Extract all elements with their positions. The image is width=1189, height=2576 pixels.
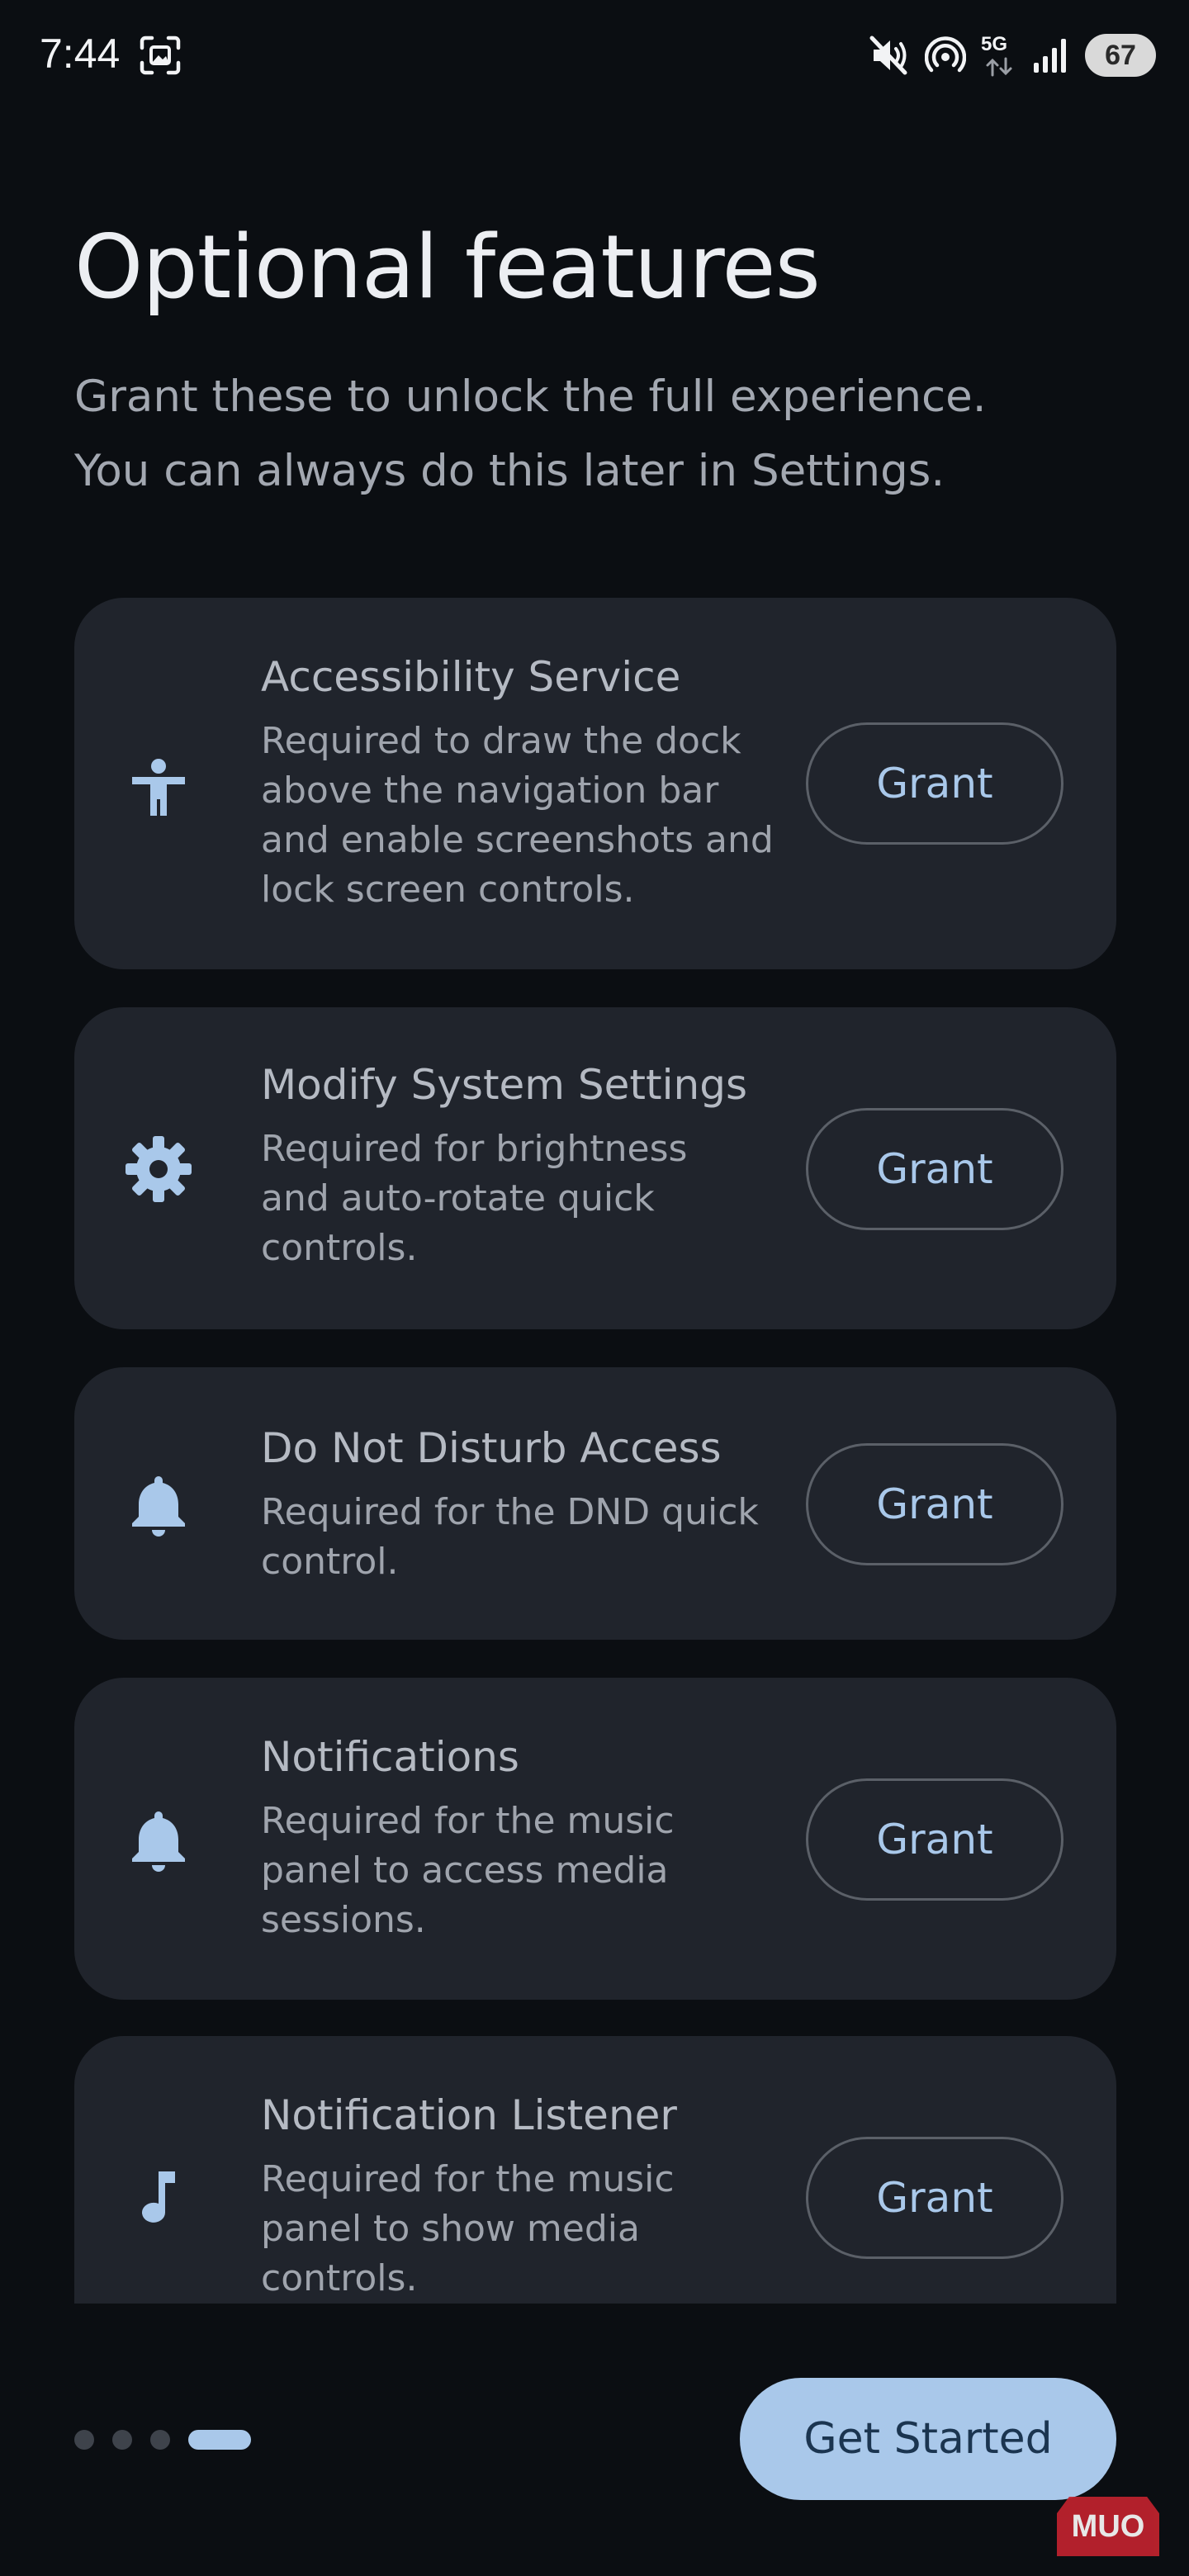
signal-icon [1034,39,1066,73]
feature-description: Required for the DND quick control. [261,1488,839,1587]
description-line: Required for the music [261,1800,675,1842]
description-line: controls. [261,2257,418,2299]
bell-icon [132,1476,185,1537]
feature-text: Do Not Disturb Access Required for the D… [261,1422,839,1587]
music-note-icon [142,2171,175,2223]
page-dot [150,2430,170,2450]
status-time: 7:44 [40,31,121,77]
feature-text: Notification Listener Required for the m… [261,2089,839,2304]
description-line: Required for the music [261,2158,675,2200]
page-dot [112,2430,132,2450]
feature-description: Required for brightness and auto-rotate … [261,1125,839,1273]
feature-title: Modify System Settings [261,1061,747,1109]
description-line: and enable screenshots and [261,819,774,861]
grant-button-notification-listener[interactable]: Grant [806,2137,1063,2259]
grant-button-notifications[interactable]: Grant [806,1778,1063,1901]
mute-icon [869,36,907,75]
hotspot-icon [925,36,966,73]
subtitle-line: Grant these to unlock the full experienc… [74,372,987,422]
feature-text: Notifications Required for the music pan… [261,1731,839,1945]
description-line: control. [261,1541,399,1583]
grant-button-modify-system-settings[interactable]: Grant [806,1108,1063,1230]
description-line: Required for the DND quick [261,1491,759,1533]
features-list[interactable]: Accessibility Service Required to draw t… [74,598,1116,2304]
get-started-button[interactable]: Get Started [740,2378,1116,2500]
description-line: lock screen controls. [261,869,635,911]
feature-description: Required for the music panel to show med… [261,2155,839,2304]
grant-button-dnd-access[interactable]: Grant [806,1443,1063,1565]
page-dot [74,2430,94,2450]
watermark-text: MUO [1071,2508,1145,2544]
feature-title: Do Not Disturb Access [261,1424,722,1472]
feature-card-modify-system-settings: Modify System Settings Required for brig… [74,1007,1116,1329]
watermark-logo: MUO [1057,2497,1159,2556]
screenshot-icon [140,36,181,75]
battery-level: 67 [1105,39,1136,71]
5g-icon: 5G [981,34,1017,77]
description-line: above the navigation bar [261,769,719,812]
grant-button-accessibility[interactable]: Grant [806,722,1063,845]
description-line: Required for brightness [261,1128,688,1170]
description-line: and auto-rotate quick [261,1177,655,1219]
network-type: 5G [981,33,1008,55]
battery-icon: 67 [1085,34,1156,77]
gear-icon [126,1136,192,1202]
feature-description: Required to draw the dock above the navi… [261,717,839,915]
feature-title: Notifications [261,1733,519,1781]
page-dot-active [188,2430,251,2450]
page-subtitle: Grant these to unlock the full experienc… [74,360,1131,509]
description-line: Required to draw the dock [261,720,741,762]
feature-text: Accessibility Service Required to draw t… [261,651,839,915]
feature-card-notifications: Notifications Required for the music pan… [74,1678,1116,2000]
subtitle-line: You can always do this later in Settings… [74,446,945,496]
description-line: panel to show media [261,2208,640,2250]
bell-icon [132,1811,185,1872]
feature-title: Notification Listener [261,2091,677,2139]
description-line: controls. [261,1227,418,1269]
feature-text: Modify System Settings Required for brig… [261,1058,839,1273]
feature-card-accessibility: Accessibility Service Required to draw t… [74,598,1116,969]
feature-card-dnd-access: Do Not Disturb Access Required for the D… [74,1367,1116,1640]
description-line: panel to access media [261,1849,669,1892]
status-icons: 5G 67 [869,31,1156,79]
feature-card-notification-listener: Notification Listener Required for the m… [74,2036,1116,2304]
page-title: Optional features [74,216,821,318]
data-arrows-icon [986,57,1012,77]
feature-description: Required for the music panel to access m… [261,1797,839,1945]
description-line: sessions. [261,1899,426,1941]
accessibility-icon [132,759,185,816]
page-indicator [74,2429,251,2451]
feature-title: Accessibility Service [261,653,681,701]
status-bar: 7:44 5G 67 [0,0,1189,107]
